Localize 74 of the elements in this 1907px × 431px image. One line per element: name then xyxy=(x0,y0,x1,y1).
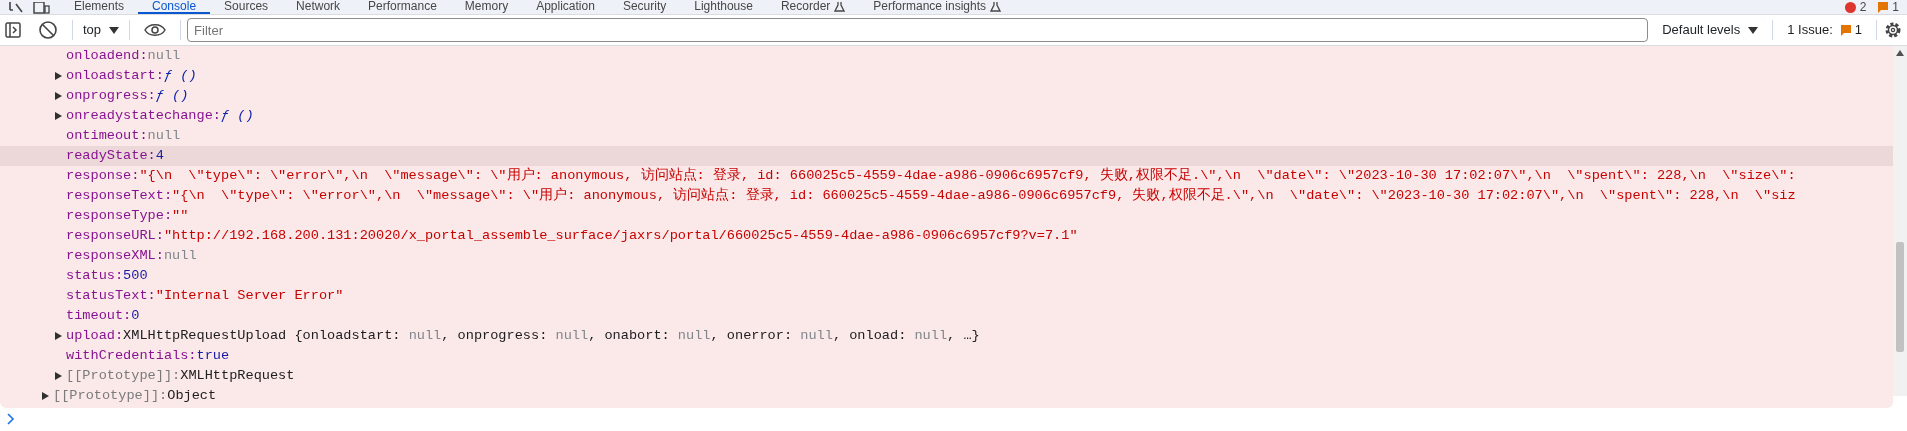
devtools-tab[interactable]: Elements xyxy=(60,0,139,14)
error-icon xyxy=(1844,2,1856,13)
property-value: null xyxy=(163,247,197,265)
inspect-icon[interactable] xyxy=(8,2,26,14)
property-value: XMLHttpRequestUpload {onloadstart: null, onprogress: null, onabort: null, onerror: null, onload: null, …} xyxy=(123,327,980,345)
devtools-tab[interactable]: Lighthouse xyxy=(680,0,767,14)
warning-counter[interactable]: 1 xyxy=(1878,1,1899,14)
property-value: true xyxy=(196,347,230,365)
settings-icon[interactable] xyxy=(1883,20,1903,40)
device-icon[interactable] xyxy=(32,2,50,14)
property-value: "http://192.168.200.131:20020/x_portal_assemble_surface/jaxrs/portal/660025c5-4559-4dae-a986-0906c6957cf9?v=7.1" xyxy=(163,227,1078,245)
property-key: responseText: xyxy=(66,186,173,206)
sidebar-icon[interactable] xyxy=(4,21,22,39)
warning-icon xyxy=(1878,2,1889,13)
property-key: upload: xyxy=(66,326,124,346)
expand-arrow-icon[interactable] xyxy=(55,372,62,380)
devtools-tab[interactable]: Performance xyxy=(354,0,451,14)
property-key: statusText: xyxy=(66,286,156,306)
property-key: responseType: xyxy=(66,206,173,226)
expand-arrow-icon[interactable] xyxy=(42,392,49,400)
expand-arrow-icon[interactable] xyxy=(55,72,62,80)
property-key: readyState: xyxy=(66,146,156,166)
property-value: null xyxy=(147,127,181,145)
property-value: ƒ () xyxy=(163,67,197,85)
property-value: 500 xyxy=(123,267,148,285)
property-key: withCredentials: xyxy=(66,346,197,366)
context-dropdown[interactable]: top xyxy=(79,20,124,40)
property-key: status: xyxy=(66,266,124,286)
property-key: responseXML: xyxy=(66,246,164,266)
property-value: "{\n \"type\": \"error\",\n \"message\": \"用户: anonymous, 访问站点: 登录, id: 660025c5-4559-4dae-a986-0906c6957cf9, 失败,权限不足.\",\n \"date\": \"2023-10-30 17:02:07\",\n \"spent\": 228,\n \"siz xyxy=(172,186,1796,205)
property-value: ƒ () xyxy=(155,87,189,105)
devtools-tab[interactable]: Security xyxy=(608,0,681,14)
property-key: onloadend: xyxy=(66,46,148,66)
scrollbar[interactable] xyxy=(1893,46,1907,396)
expand-arrow-icon[interactable] xyxy=(55,112,62,120)
devtools-tab[interactable]: Sources xyxy=(210,0,283,14)
property-key: onloadstart: xyxy=(66,66,164,86)
property-key: ontimeout: xyxy=(66,126,148,146)
property-key: response: xyxy=(66,166,140,186)
devtools-tab[interactable]: Application xyxy=(522,0,609,14)
property-value: "" xyxy=(172,207,189,225)
issue-icon xyxy=(1840,24,1851,36)
property-key: onprogress: xyxy=(66,86,156,106)
property-key: responseURL: xyxy=(66,226,164,246)
levels-dropdown[interactable]: Default levels xyxy=(1654,20,1767,40)
error-counter[interactable]: 2 xyxy=(1844,1,1867,14)
eye-icon[interactable] xyxy=(144,23,167,37)
property-value: 0 xyxy=(131,307,140,325)
expand-arrow-icon[interactable] xyxy=(55,92,62,100)
clear-icon[interactable] xyxy=(38,20,58,40)
scroll-thumb[interactable] xyxy=(1896,242,1904,352)
property-key: timeout: xyxy=(66,306,132,326)
filter-field[interactable]: Filter xyxy=(187,18,1649,42)
property-key: onreadystatechange: xyxy=(66,106,221,126)
devtools-tab[interactable]: Recorder xyxy=(766,0,860,14)
property-value: "{\n \"type\": \"error\",\n \"message\": \"用户: anonymous, 访问站点: 登录, id: 660025c5-4559-4dae-a986-0906c6957cf9, 失败,权限不足.\",\n \"date\": \"2023-10-30 17:02:07\",\n \"spent\": 228,\n \"size\": xyxy=(139,166,1796,185)
property-value: ƒ () xyxy=(221,107,254,125)
devtools-tab[interactable]: Memory xyxy=(450,0,523,14)
devtools-tab[interactable]: Network xyxy=(282,0,355,14)
property-value: Object xyxy=(167,387,217,405)
property-key: [[Prototype]]: xyxy=(53,386,168,406)
property-value: XMLHttpRequest xyxy=(180,367,295,385)
devtools-tab[interactable]: Console xyxy=(138,0,211,14)
caret-icon xyxy=(109,26,120,34)
property-key: [[Prototype]]: xyxy=(66,366,181,386)
prompt-icon[interactable] xyxy=(6,412,16,425)
property-value: 4 xyxy=(155,147,164,165)
property-value: "Internal Server Error" xyxy=(155,287,344,305)
property-value: null xyxy=(147,47,181,65)
scroll-up-icon[interactable] xyxy=(1896,50,1904,56)
issues-button[interactable]: 1 Issue: 1 xyxy=(1779,20,1870,40)
devtools-tab[interactable]: Performance insights xyxy=(859,0,1016,14)
caret-icon xyxy=(1748,26,1759,34)
expand-arrow-icon[interactable] xyxy=(55,332,62,340)
